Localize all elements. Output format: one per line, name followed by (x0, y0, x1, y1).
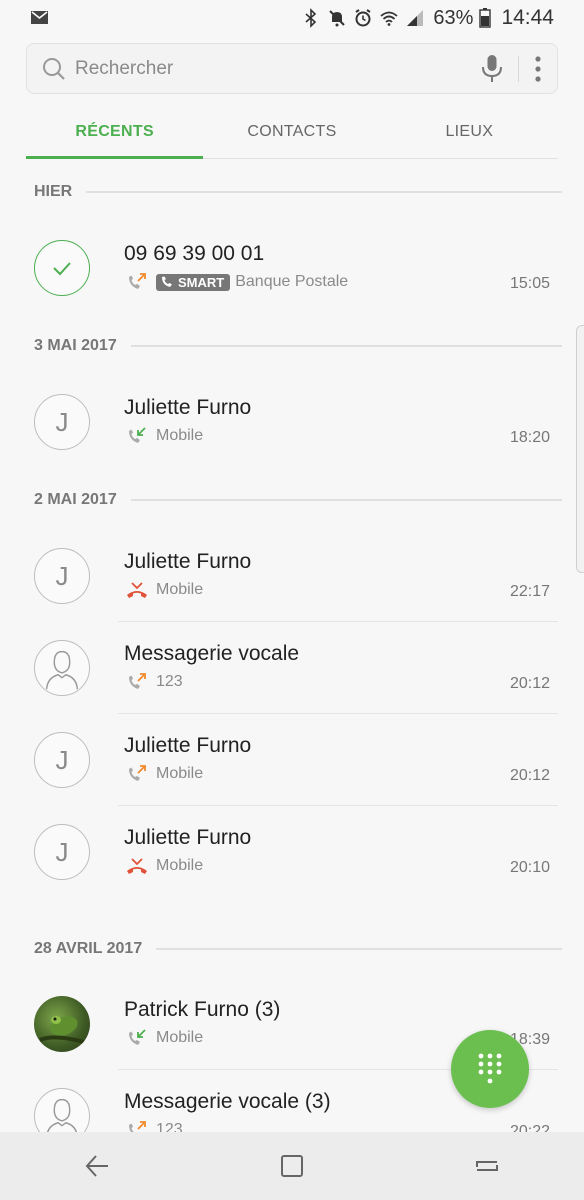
call-time: 20:10 (509, 859, 550, 876)
avatar (34, 996, 90, 1052)
avatar-initial: J (55, 744, 69, 775)
incoming-call-icon (129, 1029, 146, 1045)
microphone-icon[interactable] (480, 54, 504, 84)
section-header: HIER (0, 160, 584, 222)
section-header: 3 MAI 2017 (0, 314, 584, 376)
call-details: SMART Banque Postale (126, 273, 348, 291)
section-header: 28 AVRIL 2017 (0, 898, 584, 978)
outgoing-call-icon (129, 673, 146, 689)
back-button[interactable] (67, 1136, 127, 1196)
contact-photo (39, 1016, 85, 1044)
call-detail: Mobile (156, 857, 204, 874)
avatar: J (34, 824, 90, 880)
missed-call-icon (127, 582, 147, 598)
contact-name: Messagerie vocale (3) (124, 1090, 331, 1113)
contact-name: Messagerie vocale (124, 642, 300, 665)
call-time: 18:20 (509, 429, 550, 446)
call-details: Mobile (126, 1029, 203, 1047)
back-icon (85, 1155, 109, 1177)
call-detail: Mobile (156, 1029, 204, 1046)
contact-name: Juliette Furno (124, 734, 252, 757)
mute-icon (329, 10, 346, 27)
call-details: Mobile (126, 581, 203, 599)
call-details: 123 (126, 673, 183, 691)
battery-icon (479, 8, 492, 28)
alarm-icon (355, 9, 371, 27)
call-details: Mobile (126, 765, 203, 783)
call-log-row[interactable]: J Juliette Furno Mobile 20:10 (0, 806, 584, 898)
avatar: J (34, 548, 90, 604)
scrollbar-handle[interactable] (576, 325, 584, 573)
missed-call-icon (127, 858, 147, 874)
call-detail: Banque Postale (235, 273, 349, 290)
call-time: 20:12 (509, 767, 550, 784)
call-details: Mobile (126, 427, 203, 445)
section-date: 28 AVRIL 2017 (34, 940, 143, 957)
avatar-initial: J (55, 836, 69, 867)
call-log-row[interactable]: Messagerie vocale 123 20:12 (0, 622, 584, 714)
recent-apps-icon (475, 1161, 498, 1171)
search-divider (518, 55, 519, 82)
dialpad-button[interactable] (451, 1030, 529, 1108)
call-log-row[interactable]: J Juliette Furno Mobile 20:12 (0, 714, 584, 806)
section-date: 2 MAI 2017 (34, 491, 117, 508)
search-icon (43, 57, 65, 80)
tab-lieux[interactable]: LIEUX (381, 105, 558, 158)
status-time: 14:44 (501, 6, 554, 29)
call-detail: Mobile (156, 765, 204, 782)
call-time: 20:12 (509, 675, 550, 692)
home-button[interactable] (262, 1136, 322, 1196)
navigation-bar (0, 1132, 584, 1200)
section-date: 3 MAI 2017 (34, 337, 117, 354)
call-log-row[interactable]: J Juliette Furno Mobile 18:20 (0, 376, 584, 468)
avatar (34, 640, 90, 696)
phone-icon (162, 276, 172, 287)
check-icon (53, 262, 71, 276)
outgoing-call-icon (129, 765, 146, 781)
bluetooth-icon (305, 8, 317, 28)
contact-name: Juliette Furno (124, 396, 252, 419)
contact-name: Juliette Furno (124, 826, 252, 849)
contact-name: Patrick Furno (3) (124, 998, 281, 1021)
search-bar[interactable]: Rechercher (26, 43, 558, 94)
call-detail: Mobile (156, 581, 204, 598)
wifi-icon (380, 11, 398, 26)
recent-apps-button[interactable] (457, 1136, 517, 1196)
smart-call-badge: SMART (156, 273, 231, 291)
tab-bar: RÉCENTS CONTACTS LIEUX (26, 105, 558, 159)
contact-name: 09 69 39 00 01 (124, 242, 265, 265)
call-time: 15:05 (509, 275, 550, 292)
call-log-row[interactable]: 09 69 39 00 01 SMART Banque Postale 15:0… (0, 222, 584, 314)
tab-contacts[interactable]: CONTACTS (203, 105, 380, 158)
search-input[interactable]: Rechercher (75, 58, 480, 80)
avatar-initial: J (55, 560, 69, 591)
dialpad-icon (478, 1053, 502, 1084)
home-icon (280, 1155, 303, 1177)
more-options-icon[interactable] (533, 55, 543, 83)
call-time: 22:17 (509, 583, 550, 600)
email-icon (31, 11, 48, 24)
avatar (34, 240, 90, 296)
avatar-initial: J (55, 406, 69, 437)
call-details: Mobile (126, 857, 203, 875)
status-bar: 63% 14:44 (0, 0, 584, 36)
section-date: HIER (34, 183, 73, 200)
tab-recents[interactable]: RÉCENTS (26, 105, 204, 159)
battery-percent: 63% (433, 6, 474, 29)
person-placeholder-icon (45, 650, 79, 690)
call-detail: Mobile (156, 427, 204, 444)
avatar: J (34, 732, 90, 788)
call-log-row[interactable]: J Juliette Furno Mobile 22:17 (0, 530, 584, 622)
call-detail: 123 (156, 673, 183, 690)
incoming-call-icon (129, 427, 146, 443)
contact-name: Juliette Furno (124, 550, 252, 573)
section-header: 2 MAI 2017 (0, 468, 584, 530)
avatar: J (34, 394, 90, 450)
outgoing-call-icon (129, 273, 146, 289)
smart-badge-label: SMART (178, 274, 225, 290)
signal-icon (407, 10, 424, 26)
